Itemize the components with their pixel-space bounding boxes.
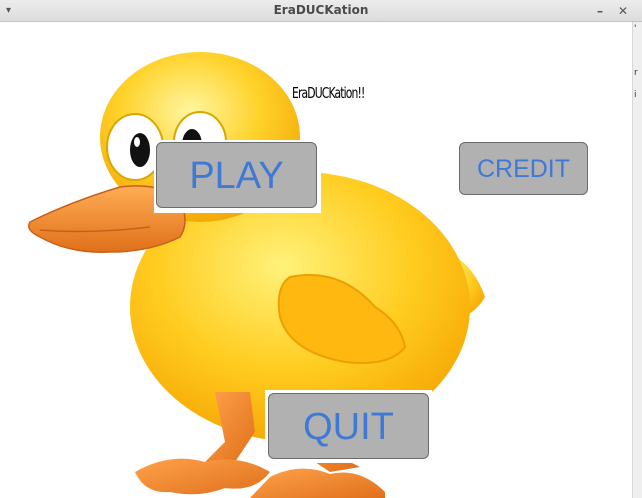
- window-title: EraDUCKation: [273, 3, 369, 17]
- credit-button[interactable]: CREDIT: [459, 142, 588, 195]
- minimize-icon[interactable]: –: [597, 2, 603, 20]
- strip-text: i: [634, 90, 637, 100]
- strip-text: r: [634, 68, 638, 78]
- app-window: ▾ EraDUCKation – ✕ ' r i EraDUCKation!! …: [0, 0, 642, 498]
- play-button[interactable]: PLAY: [156, 142, 317, 208]
- strip-text: ': [634, 24, 637, 34]
- title-bar[interactable]: ▾ EraDUCKation – ✕: [0, 0, 642, 22]
- game-heading: EraDUCKation!!: [292, 84, 365, 102]
- quit-button[interactable]: QUIT: [268, 393, 429, 459]
- close-icon[interactable]: ✕: [618, 2, 628, 20]
